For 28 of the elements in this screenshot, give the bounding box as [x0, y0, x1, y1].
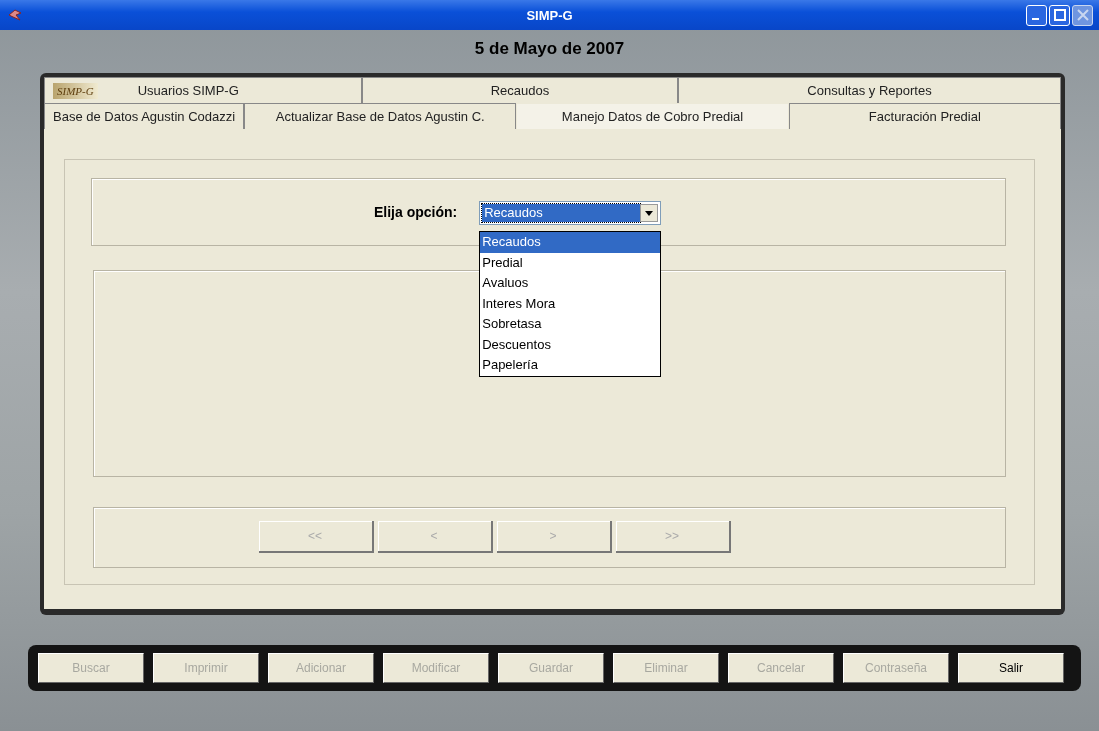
dropdown-option[interactable]: Recaudos: [480, 232, 661, 253]
maximize-icon: [1053, 9, 1066, 21]
dropdown-option[interactable]: Descuentos: [480, 334, 661, 355]
action-button[interactable]: Salir: [958, 653, 1064, 683]
dropdown-option[interactable]: Interes Mora: [480, 293, 661, 314]
minimize-button[interactable]: [1026, 4, 1047, 26]
tab[interactable]: SIMP-G Usuarios SIMP-G: [44, 77, 362, 103]
tab[interactable]: Facturación Predial: [788, 103, 1061, 129]
dropdown-option[interactable]: Sobretasa: [480, 314, 661, 335]
date-label: 5 de Mayo de 2007: [474, 39, 625, 60]
window-title: SIMP-G: [526, 7, 573, 23]
tab[interactable]: Consultas y Reportes: [678, 77, 1061, 103]
tab[interactable]: Base de Datos Agustin Codazzi: [44, 103, 245, 129]
option-dropdown[interactable]: Recaudos: [479, 201, 662, 225]
dropdown-option[interactable]: Papelería: [480, 355, 661, 376]
maximize-button[interactable]: [1049, 4, 1070, 26]
logo: SIMP-G: [53, 82, 98, 99]
close-icon: [1076, 9, 1089, 21]
caret-icon: [645, 210, 654, 216]
tab[interactable]: Recaudos: [362, 77, 678, 103]
tab[interactable]: Actualizar Base de Datos Agustin C.: [244, 103, 517, 129]
close-button[interactable]: [1072, 4, 1093, 26]
dropdown-option[interactable]: Predial: [480, 252, 661, 273]
tab[interactable]: Manejo Datos de Cobro Predial: [516, 103, 789, 129]
option-label: Elija opción:: [374, 204, 458, 220]
minimize-icon: [1031, 18, 1039, 20]
app-icon: [8, 9, 22, 21]
dropdown-option[interactable]: Avaluos: [480, 273, 661, 294]
